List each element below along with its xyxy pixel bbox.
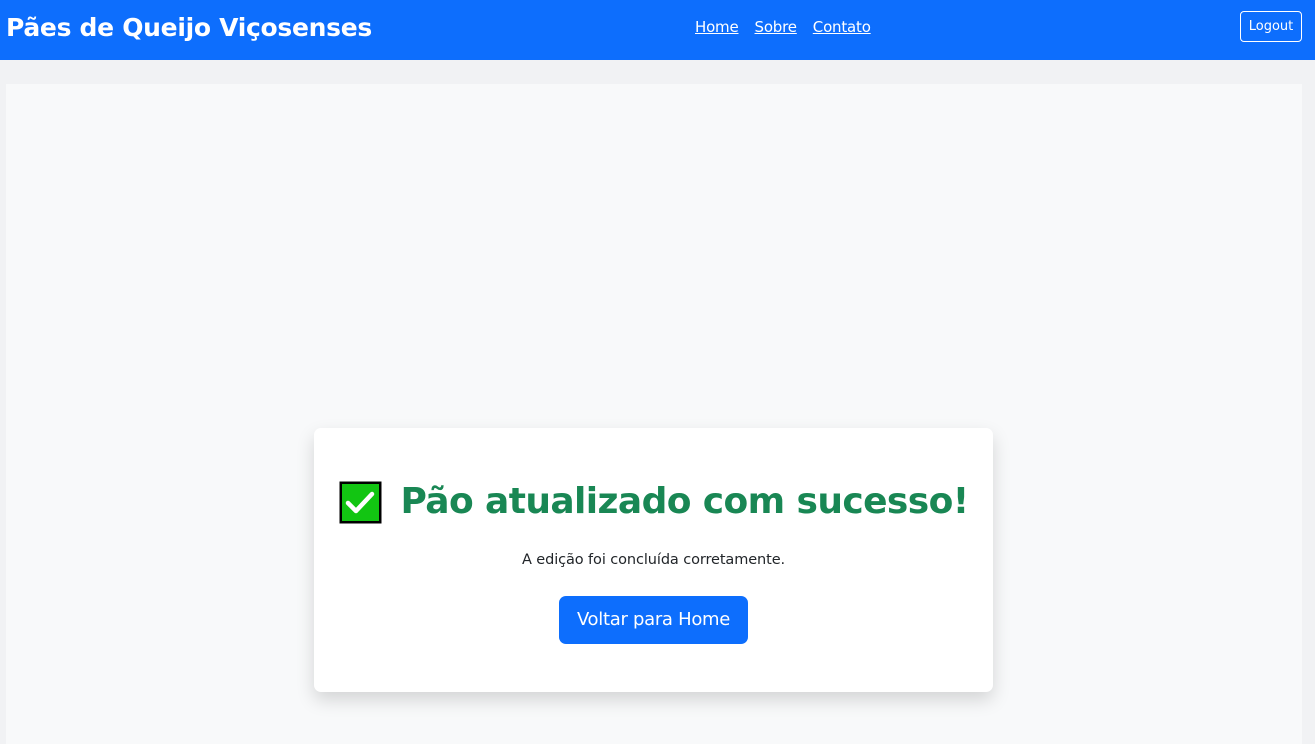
back-to-home-button[interactable]: Voltar para Home [559, 596, 748, 644]
success-title-row: Pão atualizado com sucesso! [314, 479, 993, 525]
success-card: Pão atualizado com sucesso! A edição foi… [314, 428, 993, 692]
nav-links: Home Sobre Contato [695, 17, 871, 38]
top-navbar: Pães de Queijo Viçosenses Home Sobre Con… [0, 0, 1315, 60]
nav-link-home[interactable]: Home [695, 17, 739, 38]
check-mark-button-icon [338, 480, 383, 525]
brand-title[interactable]: Pães de Queijo Viçosenses [6, 11, 372, 45]
success-message: A edição foi concluída corretamente. [521, 552, 786, 568]
logout-button[interactable]: Logout [1240, 11, 1302, 42]
nav-link-sobre[interactable]: Sobre [755, 17, 797, 38]
success-heading: Pão atualizado com sucesso! [400, 481, 969, 522]
nav-link-contato[interactable]: Contato [813, 17, 871, 38]
